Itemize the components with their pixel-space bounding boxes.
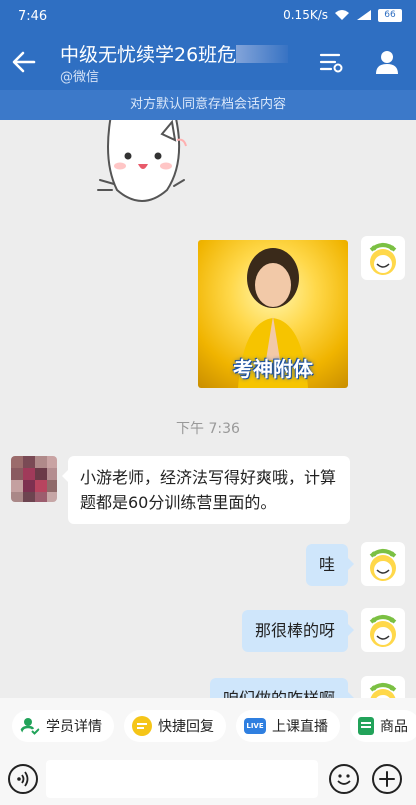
my-avatar[interactable] bbox=[361, 236, 405, 280]
signal-icon bbox=[357, 10, 371, 20]
bee-avatar-icon bbox=[369, 615, 397, 647]
plus-icon bbox=[379, 771, 395, 787]
my-avatar[interactable] bbox=[361, 676, 405, 698]
emoji-button[interactable] bbox=[329, 764, 359, 794]
message-input-bar bbox=[0, 754, 416, 805]
quick-reply-button[interactable]: 快捷回复 bbox=[124, 710, 226, 742]
message-timestamp: 下午 7:36 bbox=[176, 421, 240, 437]
my-message-bubble[interactable]: 哇 bbox=[305, 544, 355, 586]
my-message-bubble[interactable]: 那很棒的呀 bbox=[241, 610, 355, 652]
product-list-icon bbox=[358, 717, 374, 735]
chat-messages[interactable]: 考神附体 下午 7:36 小游老师，经济法写得好爽哦，计算题都是60分训练营里面… bbox=[0, 120, 416, 698]
live-class-button[interactable]: LIVE 上课直播 bbox=[236, 710, 340, 742]
wifi-icon bbox=[335, 10, 349, 20]
chat-subtitle: @微信 bbox=[60, 70, 100, 85]
user-check-icon bbox=[20, 718, 40, 735]
bee-avatar-icon bbox=[369, 683, 397, 698]
photo-caption: 考神附体 bbox=[233, 357, 313, 381]
voice-input-button[interactable] bbox=[8, 764, 38, 794]
my-avatar[interactable] bbox=[361, 542, 405, 586]
battery-icon: 66 bbox=[378, 8, 402, 22]
chat-settings-icon[interactable] bbox=[317, 48, 345, 76]
student-message-bubble[interactable]: 小游老师，经济法写得好爽哦，计算题都是60分训练营里面的。 bbox=[62, 456, 350, 524]
chat-header: 中级无忧续学26班危 @微信 bbox=[0, 34, 416, 90]
quick-action-bar: 学员详情 快捷回复 LIVE 上课直播 商品 bbox=[0, 698, 416, 754]
status-time: 7:46 bbox=[18, 9, 48, 24]
network-speed: 0.15K/s bbox=[283, 8, 328, 22]
quick-reply-label: 快捷回复 bbox=[158, 719, 214, 735]
my-message-bubble[interactable]: 咱们做的咋样啊 bbox=[209, 678, 355, 698]
voice-icon bbox=[17, 771, 29, 787]
blessing-photo[interactable]: 考神附体 bbox=[198, 240, 348, 388]
live-class-label: 上课直播 bbox=[272, 719, 328, 735]
smile-icon bbox=[337, 774, 351, 785]
status-indicators: 0.15K/s 66 bbox=[283, 8, 402, 22]
products-button[interactable]: 商品 bbox=[350, 710, 416, 742]
bee-avatar-icon bbox=[369, 243, 397, 275]
chat-bubble-icon bbox=[132, 716, 152, 736]
pixelated-avatar-image bbox=[11, 456, 57, 502]
status-bar: 7:46 0.15K/s 66 bbox=[0, 0, 416, 34]
title-mosaic bbox=[236, 45, 288, 63]
products-label: 商品 bbox=[380, 719, 408, 735]
bee-avatar-icon bbox=[369, 549, 397, 581]
more-actions-button[interactable] bbox=[372, 764, 402, 794]
message-input[interactable] bbox=[46, 760, 318, 798]
back-arrow-icon[interactable] bbox=[10, 48, 38, 76]
cat-sticker[interactable] bbox=[92, 120, 192, 212]
student-details-button[interactable]: 学员详情 bbox=[12, 710, 114, 742]
student-avatar[interactable] bbox=[11, 456, 57, 502]
my-avatar[interactable] bbox=[361, 608, 405, 652]
archive-notice: 对方默认同意存档会话内容 bbox=[0, 90, 416, 120]
student-details-label: 学员详情 bbox=[46, 719, 102, 735]
live-icon: LIVE bbox=[244, 718, 266, 734]
user-profile-icon[interactable] bbox=[373, 48, 401, 76]
